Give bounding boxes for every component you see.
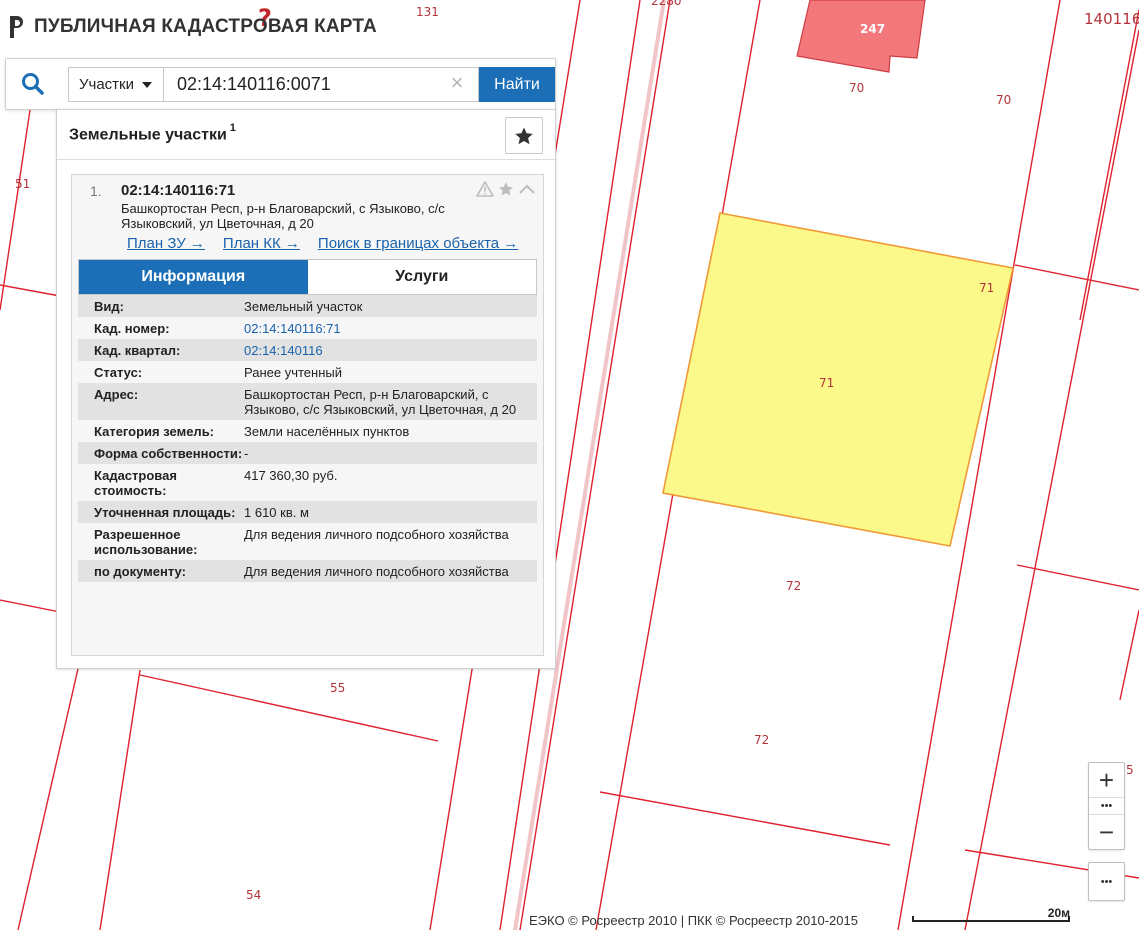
map-label: 71 [819, 376, 835, 390]
zoom-control: + ••• − [1088, 762, 1125, 850]
info-row: Кадастровая стоимость: 417 360,30 руб. [78, 464, 537, 501]
info-row: Вид: Земельный участок [78, 295, 537, 317]
map-label: 2280 [651, 0, 682, 8]
more-button[interactable]: ••• [1089, 863, 1124, 900]
info-row: Уточненная площадь: 1 610 кв. м [78, 501, 537, 523]
search-icon[interactable] [20, 71, 46, 97]
zoom-levels-button[interactable]: ••• [1089, 797, 1124, 815]
plan-zu-link[interactable]: План ЗУ → [127, 235, 205, 252]
search-in-bounds-link[interactable]: Поиск в границах объекта → [318, 235, 518, 252]
star-icon[interactable] [497, 181, 515, 197]
info-row: Разрешенное использование: Для ведения ли… [78, 523, 537, 560]
search-bar: Участки × Найти [5, 58, 556, 110]
info-value: Земельный участок [244, 299, 363, 314]
map-label: 247 [860, 22, 886, 36]
map-label: 71 [979, 281, 995, 295]
panel-title-text: Земельные участки [69, 126, 227, 144]
result-tabs: Информация Услуги [78, 259, 537, 295]
info-key: Кадастровая стоимость: [94, 468, 177, 498]
info-table: Вид: Земельный участок Кад. номер: 02:14:1… [78, 295, 537, 582]
info-row: Кад. номер: 02:14:140116:71 [78, 317, 537, 339]
warning-icon[interactable] [476, 181, 494, 197]
info-value: Для ведения личного подсобного хозяйства [244, 564, 509, 579]
map-label: 51 [15, 177, 31, 191]
map-label: 5 [1126, 763, 1134, 777]
info-value-link[interactable]: 02:14:140116:71 [244, 321, 529, 336]
app-title: ПУБЛИЧНАЯ КАДАСТРОВАЯ КАРТА [34, 16, 377, 37]
info-value-link[interactable]: 02:14:140116 [244, 343, 529, 358]
result-card: 1. 02:14:140116:71 Башкортостан Респ, р-… [71, 174, 544, 656]
zoom-out-button[interactable]: − [1089, 815, 1124, 849]
results-panel: Земельные участки 1 1. 02:14:140116:71 Ба… [56, 109, 556, 669]
map-label: 72 [754, 733, 770, 747]
info-key: Разрешенное использование: [94, 527, 198, 557]
map-attribution: ЕЭКО © Росреестр 2010 | ПКК © Росреестр … [529, 913, 858, 928]
info-value: Ранее учтенный [244, 365, 342, 380]
rosreestr-logo-icon [6, 14, 28, 40]
chevron-down-icon [142, 81, 152, 88]
info-row: по документу: Для ведения личного подсобн… [78, 560, 537, 582]
more-control: ••• [1088, 862, 1125, 901]
panel-header: Земельные участки 1 [57, 110, 555, 160]
result-address: Башкортостан Респ, р-н Благоварский, с Я… [121, 201, 445, 231]
info-value: Башкортостан Респ, р-н Благоварский, с Я… [244, 387, 517, 417]
star-icon [515, 127, 533, 144]
tab-info[interactable]: Информация [79, 260, 308, 294]
result-cad-number[interactable]: 02:14:140116:71 [121, 182, 235, 199]
map-label: 55 [330, 681, 346, 695]
info-key: Адрес: [94, 387, 139, 402]
map-label: 140116 [1084, 10, 1139, 28]
search-type-label: Участки [79, 76, 134, 93]
result-number: 1. [90, 183, 102, 199]
favorites-button[interactable] [505, 117, 543, 154]
info-key: Уточненная площадь: [94, 505, 236, 520]
scale-bar: 20м [912, 906, 1070, 926]
map-label: 131 [416, 5, 439, 19]
tab-services[interactable]: Услуги [307, 260, 536, 294]
info-key: Кад. номер: [94, 321, 170, 336]
info-key: по документу: [94, 564, 186, 579]
map-label: 54 [246, 888, 262, 902]
info-key: Кад. квартал: [94, 343, 181, 358]
results-count: 1 [229, 122, 236, 134]
search-type-select[interactable]: Участки [68, 67, 164, 102]
panel-title: Земельные участки 1 [69, 122, 236, 144]
result-actions [476, 181, 536, 197]
find-button[interactable]: Найти [479, 67, 555, 102]
info-key: Статус: [94, 365, 143, 380]
info-key: Форма собственности: [94, 446, 243, 461]
info-row: Кад. квартал: 02:14:140116 [78, 339, 537, 361]
info-value: - [244, 446, 249, 461]
info-row: Статус: Ранее учтенный [78, 361, 537, 383]
info-row: Адрес: Башкортостан Респ, р-н Благоварски… [78, 383, 537, 420]
map-label: 70 [996, 93, 1012, 107]
info-row: Форма собственности: - [78, 442, 537, 464]
info-row: Категория земель: Земли населённых пункто… [78, 420, 537, 442]
close-icon[interactable]: × [446, 72, 468, 95]
selected-parcel [662, 212, 1014, 547]
search-input[interactable] [163, 67, 479, 102]
scale-line [912, 916, 1070, 922]
info-value: 1 610 кв. м [244, 505, 309, 520]
chevron-up-icon[interactable] [518, 181, 536, 197]
building-247 [796, 0, 926, 73]
plan-kk-link[interactable]: План КК → [223, 235, 300, 252]
app-logo[interactable]: ПУБЛИЧНАЯ КАДАСТРОВАЯ КАРТА [6, 14, 377, 40]
map-label: 70 [849, 81, 865, 95]
info-key: Вид: [94, 299, 124, 314]
info-value: Земли населённых пунктов [244, 424, 410, 439]
map-label: 72 [786, 579, 802, 593]
info-key: Категория земель: [94, 424, 215, 439]
info-value: 417 360,30 руб. [244, 468, 338, 483]
zoom-in-button[interactable]: + [1089, 763, 1124, 797]
info-value: Для ведения личного подсобного хозяйства [244, 527, 509, 542]
result-links: План ЗУ → План КК → Поиск в границах объ… [127, 235, 518, 252]
